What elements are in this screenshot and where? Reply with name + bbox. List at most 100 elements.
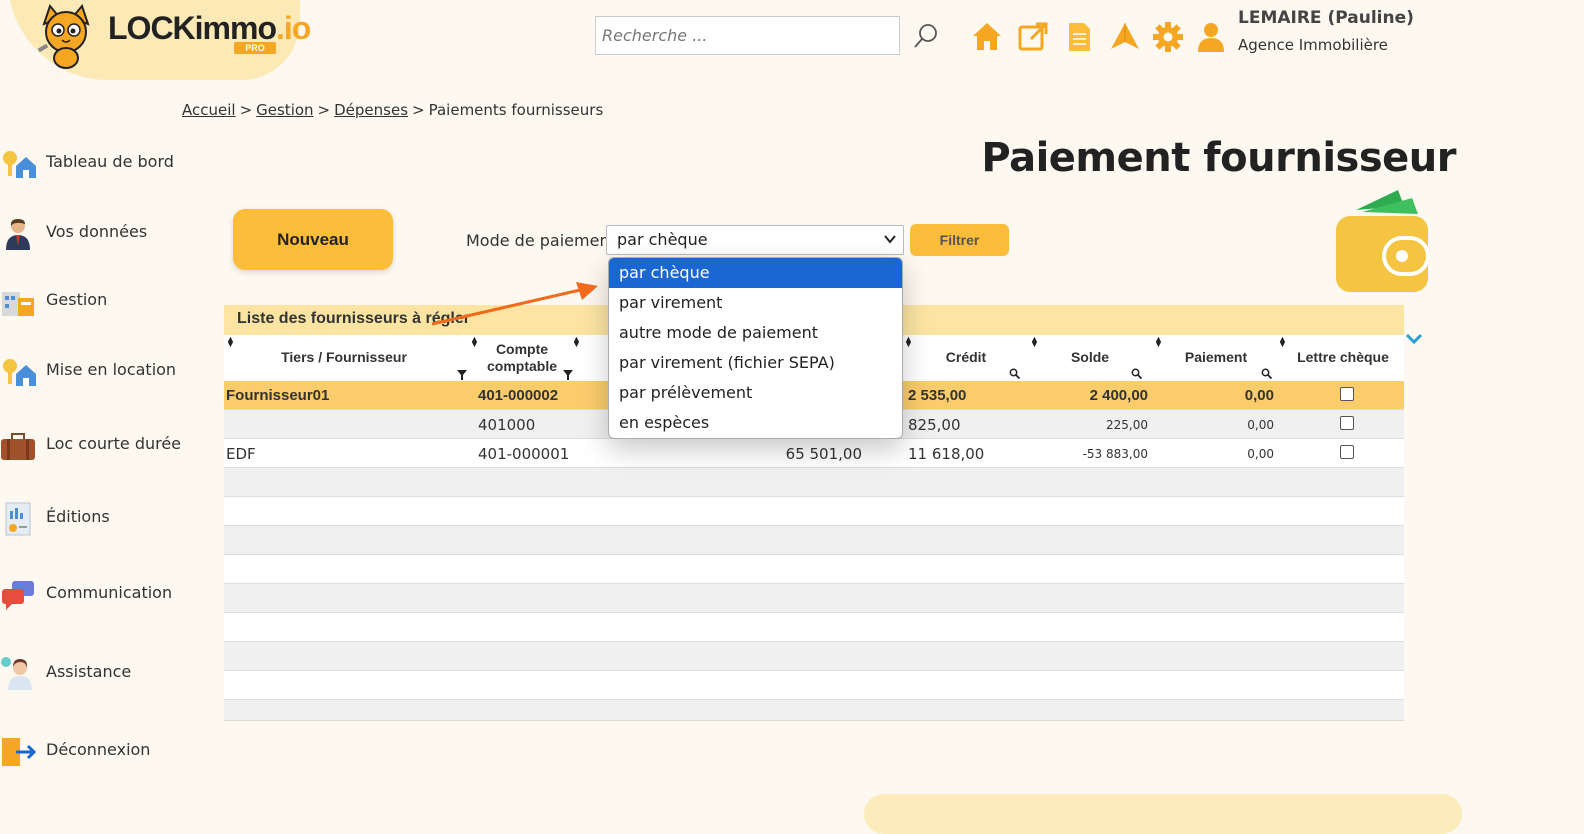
chevron-down-icon — [884, 235, 896, 244]
cell-paiement: 0,00 — [1244, 387, 1274, 404]
cell-credit: 2 535,00 — [908, 387, 967, 404]
document-icon[interactable] — [1062, 20, 1096, 54]
empty-row — [224, 700, 1404, 721]
breadcrumb-link-gestion[interactable]: Gestion — [256, 101, 313, 119]
filter-icon[interactable] — [456, 369, 468, 381]
dropdown-option[interactable]: autre mode de paiement — [609, 318, 902, 348]
column-header-solde[interactable]: ▲ ▼ Solde — [1030, 335, 1150, 381]
cat-mascot-icon — [37, 3, 90, 69]
dropdown-option[interactable]: par virement (fichier SEPA) — [609, 348, 902, 378]
dropdown-option[interactable]: en espèces — [609, 408, 902, 438]
sidebar-item-label: Assistance — [46, 662, 132, 681]
breadcrumb-current: Paiements fournisseurs — [428, 101, 604, 119]
empty-row — [224, 642, 1404, 671]
empty-row — [224, 526, 1404, 555]
lettre-cheque-checkbox[interactable] — [1340, 416, 1354, 430]
cell-compte: 401000 — [478, 416, 536, 434]
column-header-tiers[interactable]: ▲ ▼ Tiers / Fournisseur — [224, 335, 467, 381]
expand-chevron-icon[interactable] — [1405, 333, 1423, 345]
cell-solde: 225,00 — [1106, 418, 1148, 432]
column-header-label: Tiers / Fournisseur — [281, 349, 407, 365]
payment-mode-select[interactable]: par chèque — [606, 225, 904, 255]
magnifier-icon[interactable] — [1261, 368, 1272, 379]
sort-icon[interactable]: ▲ ▼ — [226, 335, 235, 349]
sort-icon[interactable]: ▲ ▼ — [470, 335, 479, 349]
cell-solde: 2 400,00 — [1089, 387, 1148, 404]
sidebar-item-communication[interactable]: Communication — [0, 577, 200, 617]
column-header-lettre-cheque[interactable]: ▲ ▼ Lettre chèque — [1278, 335, 1404, 381]
column-header-paiement[interactable]: ▲ ▼ Paiement — [1154, 335, 1278, 381]
sort-icon[interactable]: ▲ ▼ — [904, 335, 913, 349]
empty-row — [224, 497, 1404, 526]
sidebar-item-label: Gestion — [46, 290, 108, 309]
sidebar-item-label: Tableau de bord — [46, 152, 174, 171]
logo-wordmark[interactable]: LOCKimmo.io — [108, 10, 311, 47]
dropdown-option[interactable]: par virement — [609, 288, 902, 318]
user-name: LEMAIRE (Pauline) — [1238, 8, 1414, 28]
sidebar-item-label: Déconnexion — [46, 740, 151, 759]
breadcrumb-separator: > — [239, 101, 253, 119]
cell-tiers: EDF — [226, 445, 256, 463]
lettre-cheque-checkbox[interactable] — [1340, 445, 1354, 459]
sidebar-item-tableau-de-bord[interactable]: Tableau de bord — [0, 146, 200, 186]
breadcrumb: Accueil > Gestion > Dépenses > Paiements fourn… — [182, 101, 603, 119]
breadcrumb-link-depenses[interactable]: Dépenses — [334, 101, 408, 119]
column-header-label: comptable — [486, 358, 557, 374]
new-button[interactable]: Nouveau — [233, 209, 393, 270]
magnifier-icon[interactable] — [1009, 368, 1020, 379]
external-link-icon[interactable] — [1016, 20, 1050, 54]
sidebar-item-label: Éditions — [46, 507, 110, 526]
column-header-compte[interactable]: ▲ ▼ ▲ ▼ Compte comptable — [470, 335, 581, 381]
cell-tiers: Fournisseur01 — [226, 387, 330, 404]
dropdown-option[interactable]: par chèque — [609, 258, 902, 288]
user-profile-icon — [6, 219, 30, 250]
payment-mode-dropdown: par chèque par virement autre mode de pa… — [608, 257, 903, 439]
rental-house-key-icon — [3, 359, 36, 386]
sidebar-item-label: Mise en location — [46, 360, 177, 379]
paper-plane-icon[interactable] — [1108, 20, 1142, 54]
sidebar-item-vos-donnees[interactable]: Vos données — [0, 216, 200, 256]
sort-icon[interactable]: ▲ ▼ — [572, 335, 581, 349]
filter-icon[interactable] — [562, 369, 574, 381]
column-header-credit[interactable]: ▲ ▼ Crédit — [904, 335, 1028, 381]
column-header-label: Compte — [495, 341, 549, 357]
support-agent-icon — [1, 657, 32, 690]
breadcrumb-separator: > — [317, 101, 331, 119]
sidebar-item-editions[interactable]: Éditions — [0, 501, 200, 541]
payment-mode-selected-value: par chèque — [617, 230, 708, 249]
sort-icon[interactable]: ▲ ▼ — [1154, 335, 1163, 349]
empty-row — [224, 584, 1404, 613]
cell-credit: 825,00 — [908, 416, 961, 434]
sidebar-item-loc-courte-duree[interactable]: Loc courte durée — [0, 428, 200, 468]
user-icon[interactable] — [1194, 20, 1228, 54]
cell-paiement: 0,00 — [1247, 418, 1274, 432]
sort-icon[interactable]: ▲ ▼ — [1030, 335, 1039, 349]
magnifier-icon[interactable] — [1131, 368, 1142, 379]
column-header-label: Paiement — [1184, 349, 1248, 365]
cell-compte: 401-000001 — [478, 445, 570, 463]
cell-solde: -53 883,00 — [1082, 447, 1148, 461]
cell-paiement: 0,00 — [1247, 447, 1274, 461]
page-title: Paiement fournisseur — [981, 135, 1456, 181]
cell-compte: 401-000002 — [478, 387, 559, 404]
sidebar-item-assistance[interactable]: Assistance — [0, 656, 200, 696]
sidebar-item-deconnexion[interactable]: Déconnexion — [0, 734, 200, 774]
sort-icon[interactable]: ▲ ▼ — [1278, 335, 1287, 349]
sidebar-item-mise-en-location[interactable]: Mise en location — [0, 354, 200, 394]
annotation-arrow-icon — [431, 282, 598, 326]
home-icon[interactable] — [970, 20, 1004, 54]
search-input[interactable] — [595, 16, 900, 55]
table-row[interactable]: EDF 401-000001 65 501,00 11 618,00 -53 8… — [224, 439, 1404, 468]
search-icon[interactable] — [912, 22, 940, 50]
column-header-label: Lettre chèque — [1297, 349, 1389, 365]
filter-button[interactable]: Filtrer — [910, 224, 1009, 256]
suitcase-icon — [1, 433, 35, 460]
breadcrumb-link-accueil[interactable]: Accueil — [182, 101, 236, 119]
lettre-cheque-checkbox[interactable] — [1340, 387, 1354, 401]
logout-icon — [2, 738, 36, 766]
empty-row — [224, 671, 1404, 700]
dropdown-option[interactable]: par prélèvement — [609, 378, 902, 408]
sidebar-item-gestion[interactable]: Gestion — [0, 284, 200, 324]
column-header-label: Solde — [1070, 349, 1110, 365]
gear-icon[interactable] — [1151, 20, 1185, 54]
